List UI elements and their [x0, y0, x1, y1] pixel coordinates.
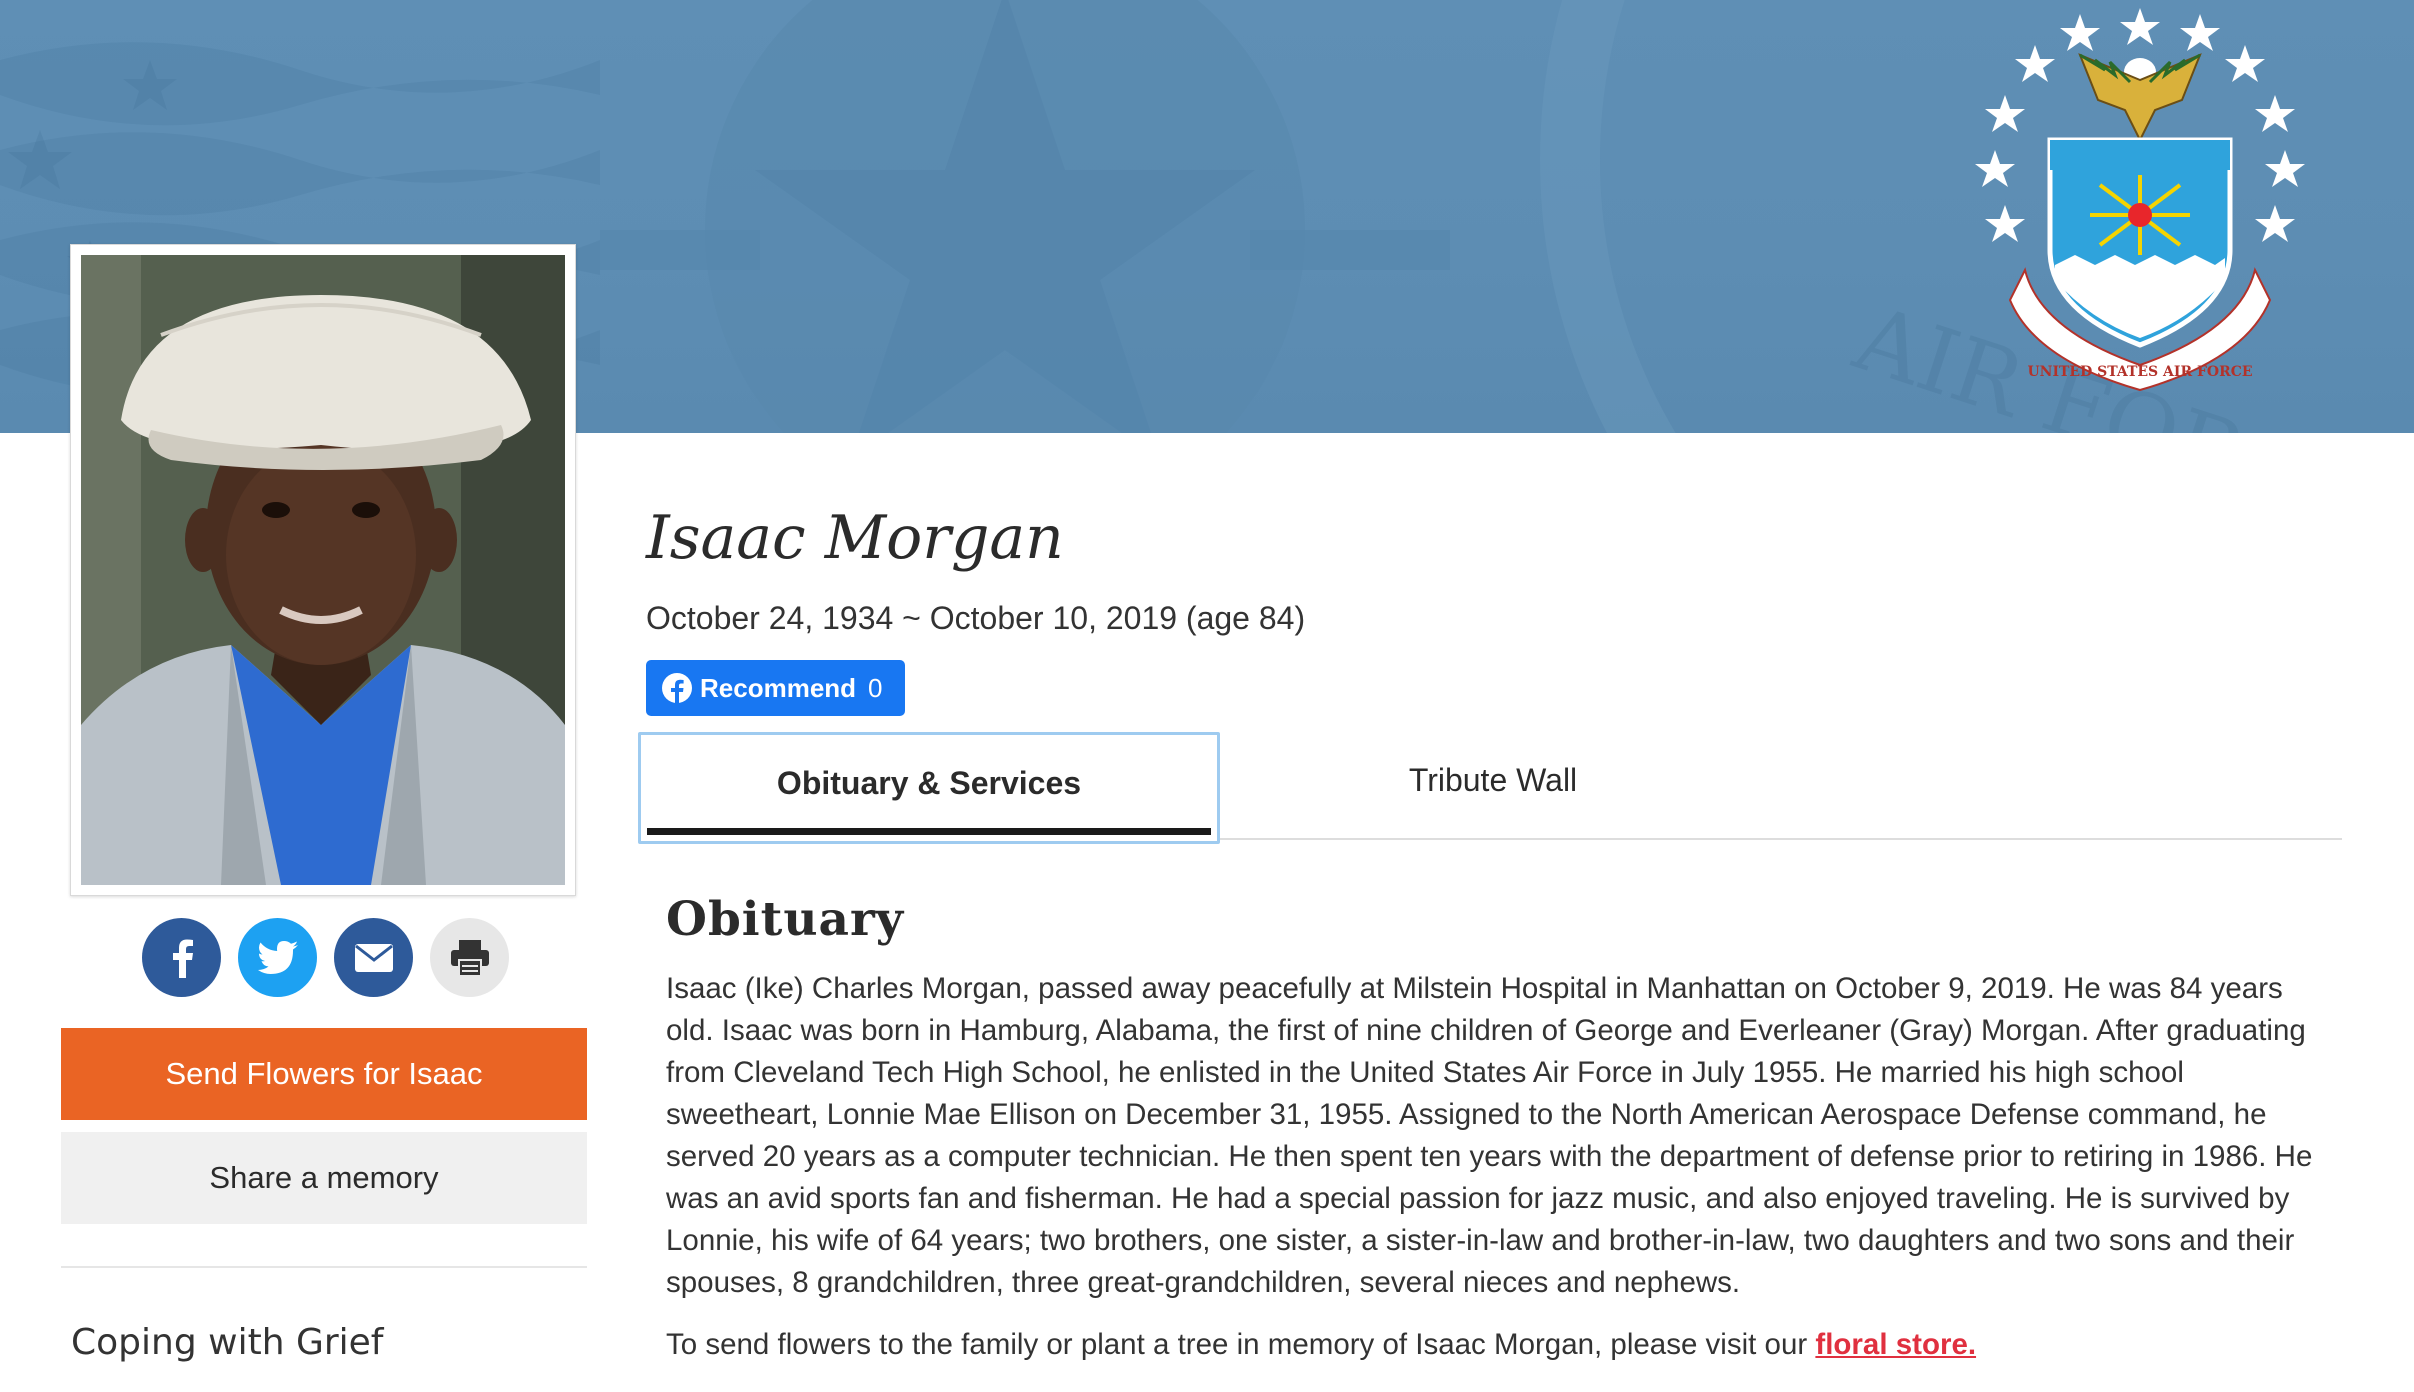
coping-with-grief-heading: Coping with Grief — [71, 1322, 384, 1363]
active-tab-indicator — [647, 828, 1211, 835]
email-share-button[interactable] — [334, 918, 413, 997]
send-flowers-button[interactable]: Send Flowers for Isaac — [61, 1028, 587, 1120]
facebook-recommend-button[interactable]: Recommend 0 — [646, 660, 905, 716]
life-dates: October 24, 1934 ~ October 10, 2019 (age… — [646, 600, 1306, 636]
tab-tribute-wall[interactable]: Tribute Wall — [1228, 732, 1758, 838]
share-icons-row — [142, 918, 509, 997]
floral-store-note: To send flowers to the family or plant a… — [666, 1324, 2366, 1366]
deceased-name: Isaac Morgan — [646, 503, 1064, 573]
facebook-icon — [172, 939, 193, 978]
tab-obituary-services-label: Obituary & Services — [776, 764, 1082, 801]
recommend-count: 0 — [868, 672, 883, 703]
sidebar-divider — [61, 1266, 587, 1268]
tab-tribute-wall-label: Tribute Wall — [1408, 761, 1578, 798]
print-button[interactable] — [430, 918, 509, 997]
facebook-logo-icon — [662, 673, 692, 703]
air-force-seal-icon: UNITED STATES AIR FORCE — [1930, 0, 2350, 400]
svg-text:UNITED STATES AIR FORCE: UNITED STATES AIR FORCE — [2027, 364, 2252, 380]
tab-obituary-services[interactable]: Obituary & Services — [638, 732, 1220, 844]
floral-store-link[interactable]: floral store. — [1815, 1328, 1976, 1361]
portrait-photo — [81, 255, 565, 885]
portrait-frame — [70, 244, 576, 896]
obituary-body: Isaac (Ike) Charles Morgan, passed away … — [666, 972, 2313, 1299]
facebook-share-button[interactable] — [142, 918, 221, 997]
recommend-label: Recommend — [700, 672, 857, 703]
email-icon — [354, 943, 393, 972]
floral-store-text: To send flowers to the family or plant a… — [666, 1328, 1816, 1361]
obituary-heading: Obituary — [666, 892, 905, 947]
share-memory-button[interactable]: Share a memory — [61, 1132, 587, 1224]
print-icon — [450, 939, 489, 976]
twitter-share-button[interactable] — [238, 918, 317, 997]
twitter-icon — [257, 940, 298, 974]
